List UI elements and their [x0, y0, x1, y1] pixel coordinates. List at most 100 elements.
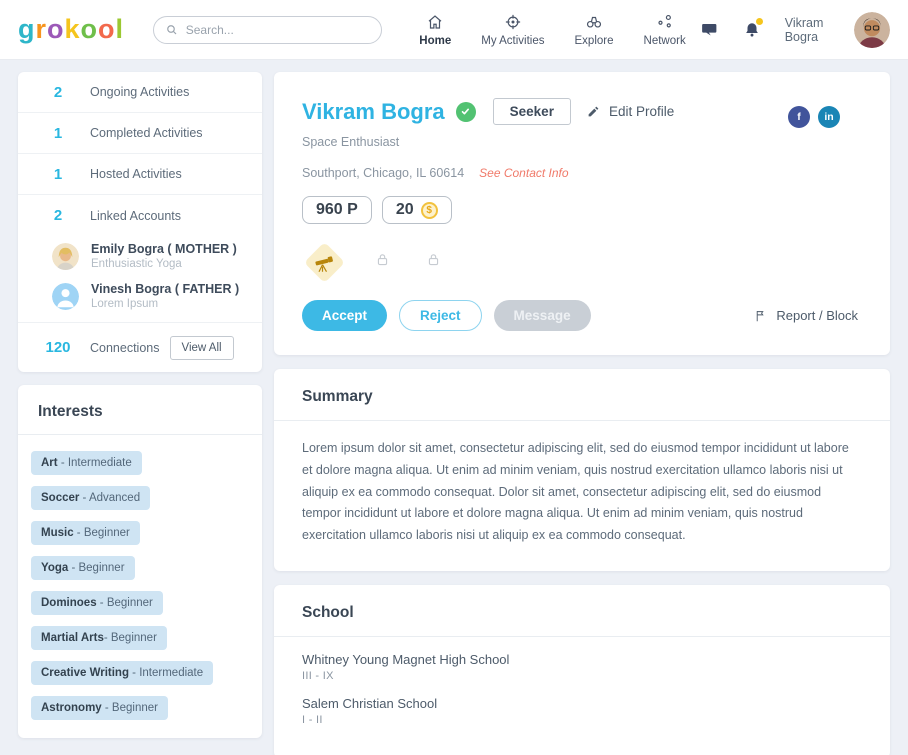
- page-content: 2 Ongoing Activities 1 Completed Activit…: [0, 60, 908, 755]
- interest-chip: Music - Beginner: [31, 521, 140, 545]
- seeker-badge: Seeker: [493, 98, 571, 125]
- achievements-row: [302, 244, 862, 280]
- interest-chips: Art - Intermediate Soccer - Advanced Mus…: [18, 435, 262, 738]
- mother-avatar: [52, 243, 79, 270]
- telescope-achievement-badge: [304, 241, 345, 282]
- report-block-label: Report / Block: [776, 308, 858, 323]
- brand-logo[interactable]: grokool: [18, 14, 139, 45]
- flag-icon: [754, 309, 768, 323]
- stat-label: Hosted Activities: [90, 167, 182, 181]
- navbar-user-name[interactable]: Vikram Bogra: [785, 16, 830, 44]
- interest-chip: Creative Writing - Intermediate: [31, 661, 213, 685]
- points-badge: 960 P: [302, 196, 372, 224]
- home-icon: [426, 13, 444, 31]
- account-name: Vinesh Bogra ( FATHER ): [91, 282, 239, 296]
- nav-item-my-activities[interactable]: My Activities: [466, 13, 559, 47]
- stat-ongoing-activities[interactable]: 2 Ongoing Activities: [18, 72, 262, 113]
- facebook-icon[interactable]: f: [788, 106, 810, 128]
- primary-nav: Home My Activities Explore Network: [404, 13, 700, 47]
- stat-label: Completed Activities: [90, 126, 203, 140]
- pencil-icon: [587, 105, 600, 118]
- stat-value: 2: [36, 84, 80, 101]
- left-sidebar: 2 Ongoing Activities 1 Completed Activit…: [18, 72, 262, 738]
- interest-chip: Dominoes - Beginner: [31, 591, 163, 615]
- location-row: Southport, Chicago, IL 60614 See Contact…: [302, 166, 862, 180]
- search-icon: [166, 24, 178, 36]
- school-item: Whitney Young Magnet High School III - I…: [302, 652, 862, 682]
- messages-icon[interactable]: [701, 21, 719, 39]
- summary-card: Summary Lorem ipsum dolor sit amet, cons…: [274, 369, 890, 571]
- binoculars-icon: [585, 13, 603, 31]
- navbar-right: Vikram Bogra: [701, 12, 890, 48]
- nav-label: Explore: [575, 35, 614, 47]
- user-avatar-image: [854, 12, 890, 48]
- social-icons: f in: [788, 106, 840, 128]
- stat-completed-activities[interactable]: 1 Completed Activities: [18, 113, 262, 154]
- report-block-button[interactable]: Report / Block: [754, 308, 862, 323]
- stat-value: 1: [36, 166, 80, 183]
- brand-letter: g: [18, 14, 36, 44]
- brand-letter: l: [116, 14, 125, 44]
- summary-title: Summary: [274, 369, 890, 421]
- nav-item-home[interactable]: Home: [404, 13, 466, 47]
- nav-item-explore[interactable]: Explore: [560, 13, 629, 47]
- telescope-icon: [313, 250, 337, 274]
- linked-account-mother[interactable]: Emily Bogra ( MOTHER ) Enthusiastic Yoga: [18, 236, 262, 276]
- school-grades: III - IX: [302, 670, 862, 682]
- brand-letter: r: [36, 14, 48, 44]
- accept-button[interactable]: Accept: [302, 300, 387, 331]
- school-card: School Whitney Young Magnet High School …: [274, 585, 890, 755]
- linked-account-text: Vinesh Bogra ( FATHER ) Lorem Ipsum: [91, 282, 239, 310]
- profile-location: Southport, Chicago, IL 60614: [302, 166, 464, 180]
- brand-letter: o: [81, 14, 99, 44]
- nav-item-network[interactable]: Network: [629, 13, 701, 47]
- account-name: Emily Bogra ( MOTHER ): [91, 242, 237, 256]
- nav-label: My Activities: [481, 35, 544, 47]
- stat-value: 1: [36, 125, 80, 142]
- main-column: f in Vikram Bogra Seeker Edit Profile Sp…: [274, 72, 890, 755]
- brand-letter: k: [65, 14, 81, 44]
- connections-row: 120 Connections View All: [18, 322, 262, 372]
- notifications-bell-icon[interactable]: [743, 21, 761, 39]
- linked-account-father[interactable]: Vinesh Bogra ( FATHER ) Lorem Ipsum: [18, 276, 262, 316]
- edit-profile-label: Edit Profile: [609, 104, 674, 119]
- stat-linked-accounts[interactable]: 2 Linked Accounts: [18, 195, 262, 236]
- school-name: Salem Christian School: [302, 696, 862, 711]
- reject-button[interactable]: Reject: [399, 300, 482, 331]
- network-dots-icon: [656, 13, 674, 31]
- profile-name: Vikram Bogra: [302, 99, 445, 125]
- top-navbar: grokool Home My Activities Explore: [0, 0, 908, 60]
- points-row: 960 P 20 $: [302, 196, 862, 224]
- brand-letter: o: [98, 14, 116, 44]
- interests-card: Interests Art - Intermediate Soccer - Ad…: [18, 385, 262, 738]
- see-contact-info-link[interactable]: See Contact Info: [479, 166, 568, 180]
- connections-count: 120: [36, 339, 80, 356]
- locked-achievement-icon: [426, 252, 441, 272]
- school-list: Whitney Young Magnet High School III - I…: [274, 637, 890, 755]
- linked-account-text: Emily Bogra ( MOTHER ) Enthusiastic Yoga: [91, 242, 237, 270]
- search-box[interactable]: [153, 16, 383, 44]
- verified-icon: [456, 102, 476, 122]
- stat-label: Linked Accounts: [90, 209, 181, 223]
- search-input[interactable]: [186, 23, 370, 37]
- interest-chip: Art - Intermediate: [31, 451, 142, 475]
- edit-profile-button[interactable]: Edit Profile: [587, 104, 674, 119]
- interest-chip: Astronomy - Beginner: [31, 696, 168, 720]
- notification-badge: [756, 18, 763, 25]
- profile-card: f in Vikram Bogra Seeker Edit Profile Sp…: [274, 72, 890, 355]
- view-all-connections-button[interactable]: View All: [170, 336, 234, 360]
- school-grades: I - II: [302, 714, 862, 726]
- interest-chip: Yoga - Beginner: [31, 556, 135, 580]
- stat-value: 2: [36, 207, 80, 224]
- stat-hosted-activities[interactable]: 1 Hosted Activities: [18, 154, 262, 195]
- nav-label: Network: [644, 35, 686, 47]
- message-button[interactable]: Message: [494, 300, 591, 331]
- account-subtitle: Lorem Ipsum: [91, 298, 239, 310]
- linkedin-icon[interactable]: in: [818, 106, 840, 128]
- school-item: Salem Christian School I - II: [302, 696, 862, 726]
- brand-letter: o: [47, 14, 65, 44]
- interest-chip: Soccer - Advanced: [31, 486, 150, 510]
- interest-chip: Martial Arts- Beginner: [31, 626, 167, 650]
- user-avatar[interactable]: [854, 12, 890, 48]
- summary-body: Lorem ipsum dolor sit amet, consectetur …: [274, 421, 890, 571]
